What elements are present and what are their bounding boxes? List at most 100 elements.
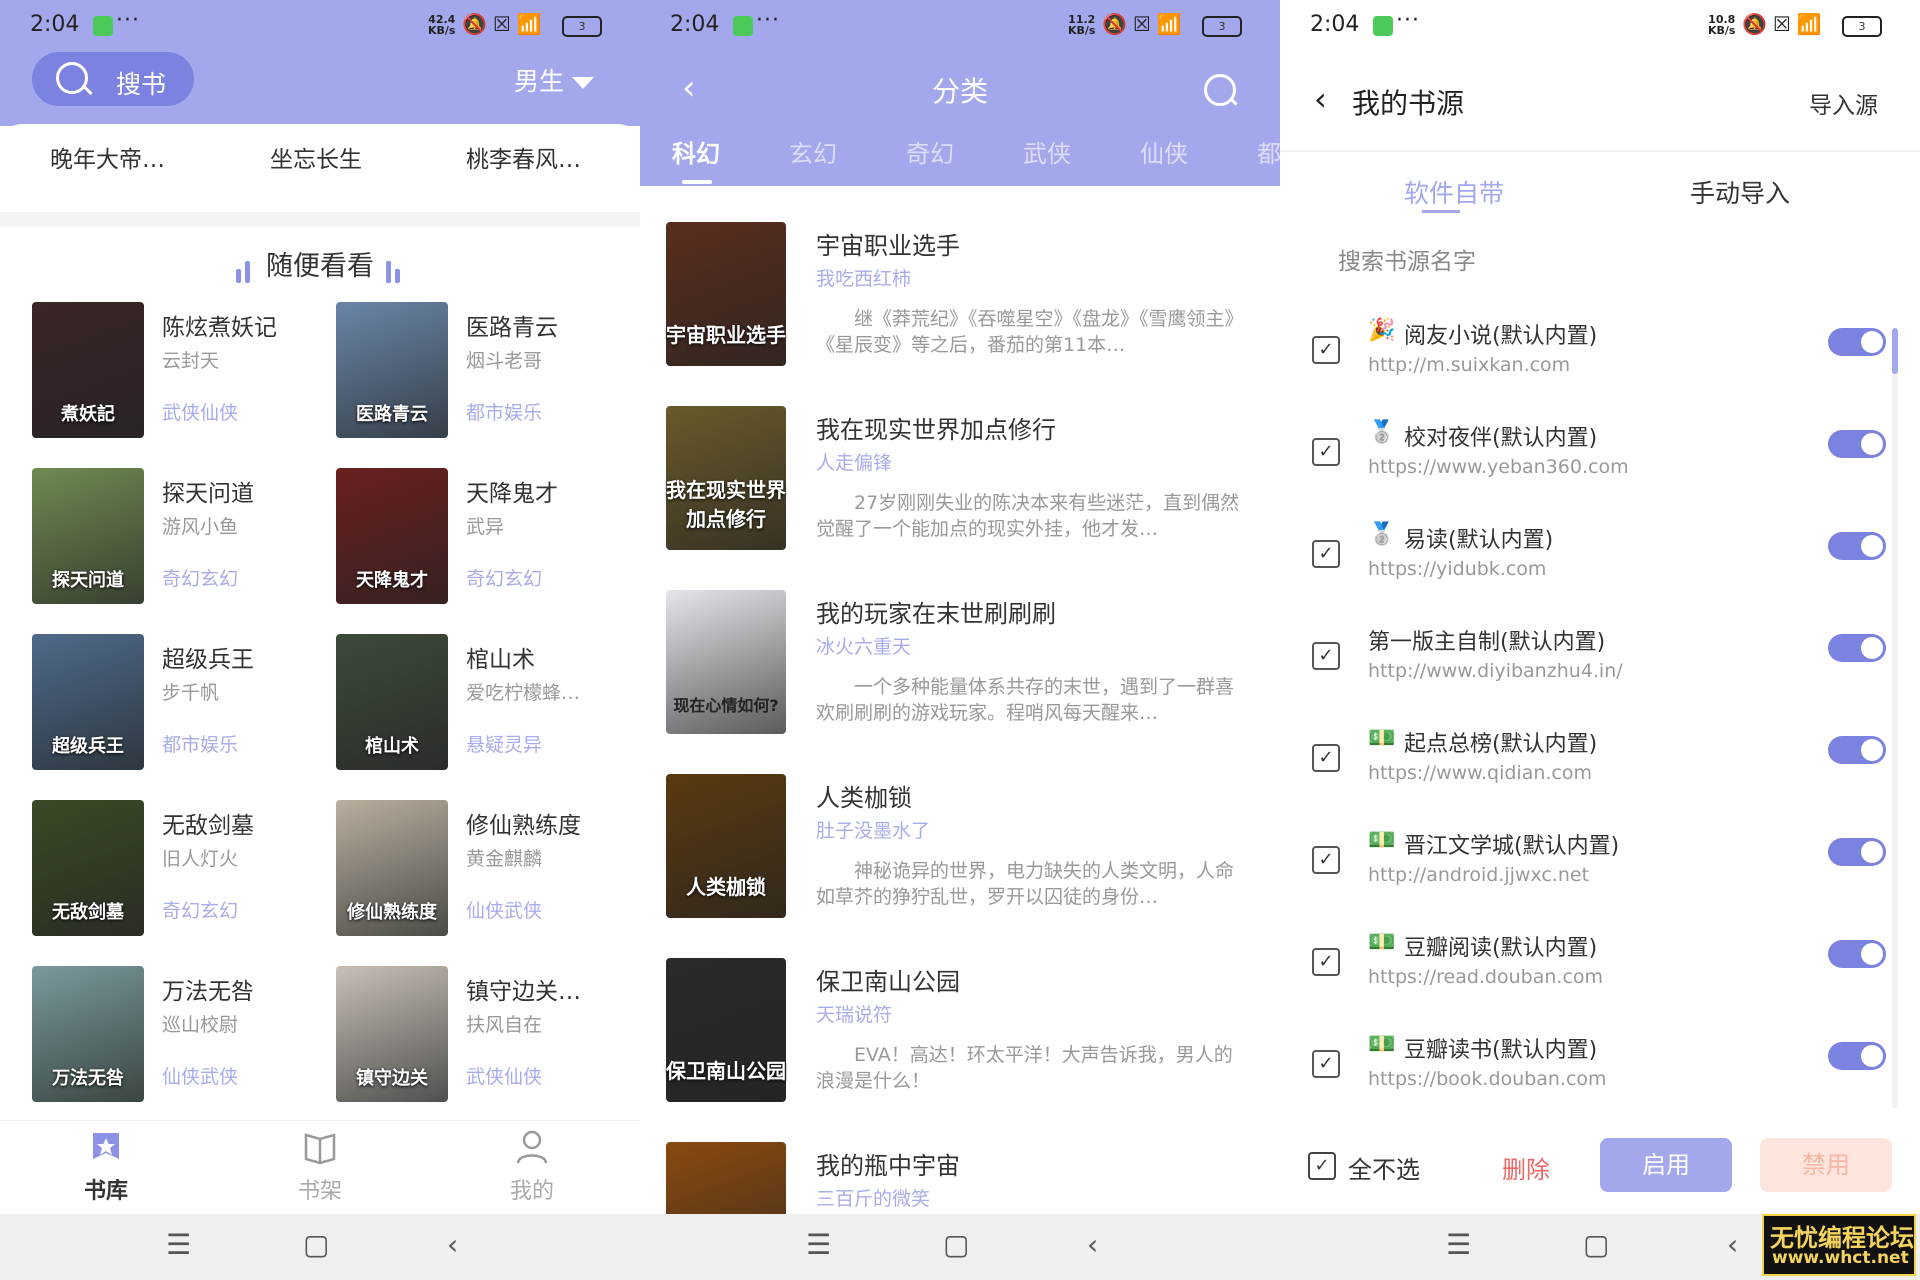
- menu-icon[interactable]: ☰: [1446, 1228, 1471, 1261]
- source-toggle[interactable]: [1828, 634, 1886, 662]
- book-title: 修仙熟练度: [466, 813, 581, 839]
- source-checkbox[interactable]: ✓: [1312, 642, 1340, 670]
- source-toggle[interactable]: [1828, 838, 1886, 866]
- source-toggle[interactable]: [1828, 940, 1886, 968]
- tab-category[interactable]: 都: [1257, 134, 1280, 169]
- search-icon[interactable]: [1204, 74, 1236, 106]
- bottom-tab-bar: 书库 书架 我的: [0, 1120, 640, 1215]
- book-genre: 奇幻玄幻: [162, 900, 239, 922]
- disable-button[interactable]: 禁用: [1760, 1138, 1892, 1192]
- speed-unit: KB/s: [428, 24, 456, 37]
- book-description: 神秘诡异的世界，电力缺失的人类文明，人命如草芥的狰狞乱世，罗开以囚徒的身份…: [816, 860, 1235, 908]
- book-card[interactable]: 修仙熟练度 修仙熟练度 黄金麒麟 仙侠武侠: [336, 800, 636, 940]
- home-icon[interactable]: ▢: [1583, 1228, 1609, 1261]
- book-row[interactable]: 宇宙职业选手 宇宙职业选手 我吃西红柿 继《莽荒纪》《吞噬星空》《盘龙》《雪鹰领…: [666, 222, 1266, 372]
- book-row[interactable]: 人类枷锁 人类枷锁 肚子没墨水了 神秘诡异的世界，电力缺失的人类文明，人命如草芥…: [666, 774, 1266, 924]
- source-badge-icon: 💵: [1368, 726, 1396, 751]
- tab-builtin[interactable]: 软件自带: [1404, 174, 1504, 210]
- source-checkbox[interactable]: ✓: [1312, 846, 1340, 874]
- book-cover: 天降鬼才: [336, 468, 448, 604]
- book-cover: 棺山术: [336, 634, 448, 770]
- gender-select[interactable]: 男生: [514, 62, 595, 98]
- section-title: 随便看看: [266, 251, 374, 282]
- source-toggle[interactable]: [1828, 532, 1886, 560]
- book-card[interactable]: 煮妖記 陈炫煮妖记 云封天 武侠仙侠: [32, 302, 332, 442]
- source-toggle[interactable]: [1828, 736, 1886, 764]
- hot-title[interactable]: 晚年大帝…: [50, 140, 165, 174]
- source-checkbox[interactable]: ✓: [1312, 1050, 1340, 1078]
- status-time: 2:04: [670, 12, 720, 37]
- divider: [1280, 150, 1920, 152]
- delete-button[interactable]: 删除: [1502, 1150, 1550, 1185]
- section-divider: [0, 212, 640, 226]
- page-title: 分类: [931, 75, 988, 108]
- select-none-label[interactable]: 全不选: [1348, 1150, 1420, 1185]
- menu-icon[interactable]: ☰: [806, 1228, 831, 1261]
- tab-bookshelf[interactable]: 书架: [260, 1129, 380, 1205]
- book-card[interactable]: 探天问道 探天问道 游风小鱼 奇幻玄幻: [32, 468, 332, 608]
- select-all-checkbox[interactable]: ✓: [1308, 1152, 1336, 1180]
- book-cover: 我在现实世界加点修行: [666, 406, 786, 550]
- book-title: 我的玩家在末世刷刷刷: [816, 600, 1056, 628]
- book-author: 游风小鱼: [162, 516, 239, 538]
- hot-title[interactable]: 桃李春风…: [466, 140, 581, 174]
- source-checkbox[interactable]: ✓: [1312, 540, 1340, 568]
- import-source-button[interactable]: 导入源: [1809, 86, 1878, 120]
- book-card[interactable]: 天降鬼才 天降鬼才 武异 奇幻玄幻: [336, 468, 636, 608]
- menu-icon[interactable]: ☰: [166, 1228, 191, 1261]
- source-checkbox[interactable]: ✓: [1312, 948, 1340, 976]
- source-toggle[interactable]: [1828, 430, 1886, 458]
- source-badge-icon: 🥈: [1368, 522, 1396, 547]
- category-screen: 2:04 ··· 11.2 KB/s 🔕☒📶 3 ‹ 分类 科幻 玄幻 奇幻 武侠 仙侠都…: [640, 0, 1280, 1280]
- source-checkbox[interactable]: ✓: [1312, 336, 1340, 364]
- tab-category[interactable]: 玄幻: [789, 134, 906, 169]
- tab-category[interactable]: 科幻: [672, 134, 789, 169]
- back-icon[interactable]: ‹: [447, 1228, 458, 1261]
- battery-icon: 3: [1202, 16, 1242, 37]
- back-icon[interactable]: ‹: [1727, 1228, 1738, 1261]
- enable-button[interactable]: 启用: [1600, 1138, 1732, 1192]
- source-url: http://android.jjwxc.net: [1368, 864, 1590, 886]
- tab-category[interactable]: 奇幻: [906, 134, 1023, 169]
- cover-text: 煮妖記: [61, 404, 115, 425]
- source-badge-icon: 💵: [1368, 1032, 1396, 1057]
- tab-library[interactable]: 书库: [46, 1129, 166, 1205]
- book-card[interactable]: 镇守边关 镇守边关… 扶风自在 武侠仙侠: [336, 966, 636, 1106]
- home-icon[interactable]: ▢: [943, 1228, 969, 1261]
- back-button[interactable]: ‹: [1314, 80, 1327, 118]
- status-bar: 2:04 ··· 11.2 KB/s 🔕☒📶 3: [640, 0, 1280, 52]
- tab-profile[interactable]: 我的: [472, 1129, 592, 1205]
- book-cover: 探天问道: [32, 468, 144, 604]
- source-name: 易读(默认内置): [1404, 528, 1554, 553]
- book-card[interactable]: 万法无咎 万法无咎 巡山校尉 仙侠武侠: [32, 966, 332, 1106]
- source-checkbox[interactable]: ✓: [1312, 744, 1340, 772]
- book-genre: 奇幻玄幻: [466, 568, 543, 590]
- book-card[interactable]: 无敌剑墓 无敌剑墓 旧人灯火 奇幻玄幻: [32, 800, 332, 940]
- source-search-input[interactable]: [1336, 248, 1840, 276]
- book-card[interactable]: 超级兵王 超级兵王 步千帆 都市娱乐: [32, 634, 332, 774]
- book-title: 镇守边关…: [466, 979, 581, 1005]
- cover-text: 修仙熟练度: [347, 902, 437, 923]
- book-open-icon: [304, 1133, 336, 1165]
- source-name: 校对夜伴(默认内置): [1404, 426, 1598, 451]
- back-icon[interactable]: ‹: [1087, 1228, 1098, 1261]
- tab-manual[interactable]: 手动导入: [1690, 174, 1790, 210]
- book-row[interactable]: 现在心情如何? 我的玩家在末世刷刷刷 冰火六重天 一个多种能量体系共存的末世，遇…: [666, 590, 1266, 740]
- source-url: https://www.yeban360.com: [1368, 456, 1629, 478]
- tab-category[interactable]: 仙侠: [1140, 134, 1257, 169]
- cover-text: 保卫南山公园: [666, 1059, 786, 1083]
- book-row[interactable]: 保卫南山公园 保卫南山公园 天瑞说符 EVA！高达！环太平洋！大声告诉我，男人的…: [666, 958, 1266, 1108]
- tab-category[interactable]: 武侠: [1023, 134, 1140, 169]
- hot-search-row: 晚年大帝… 坐忘长生 桃李春风…: [0, 124, 640, 212]
- source-toggle[interactable]: [1828, 328, 1886, 356]
- source-checkbox[interactable]: ✓: [1312, 438, 1340, 466]
- book-card[interactable]: 棺山术 棺山术 爱吃柠檬蜂… 悬疑灵异: [336, 634, 636, 774]
- book-row[interactable]: 我在现实世界加点修行 我在现实世界加点修行 人走偏锋 27岁刚刚失业的陈决本来有…: [666, 406, 1266, 556]
- home-icon[interactable]: ▢: [303, 1228, 329, 1261]
- source-toggle[interactable]: [1828, 1042, 1886, 1070]
- hot-title[interactable]: 坐忘长生: [270, 140, 362, 174]
- search-button[interactable]: 搜书: [32, 52, 194, 106]
- book-card[interactable]: 医路青云 医路青云 烟斗老哥 都市娱乐: [336, 302, 636, 442]
- source-item: ✓ 💵 豆瓣阅读(默认内置) https://read.douban.com: [1280, 930, 1920, 1030]
- book-author: 云封天: [162, 350, 220, 372]
